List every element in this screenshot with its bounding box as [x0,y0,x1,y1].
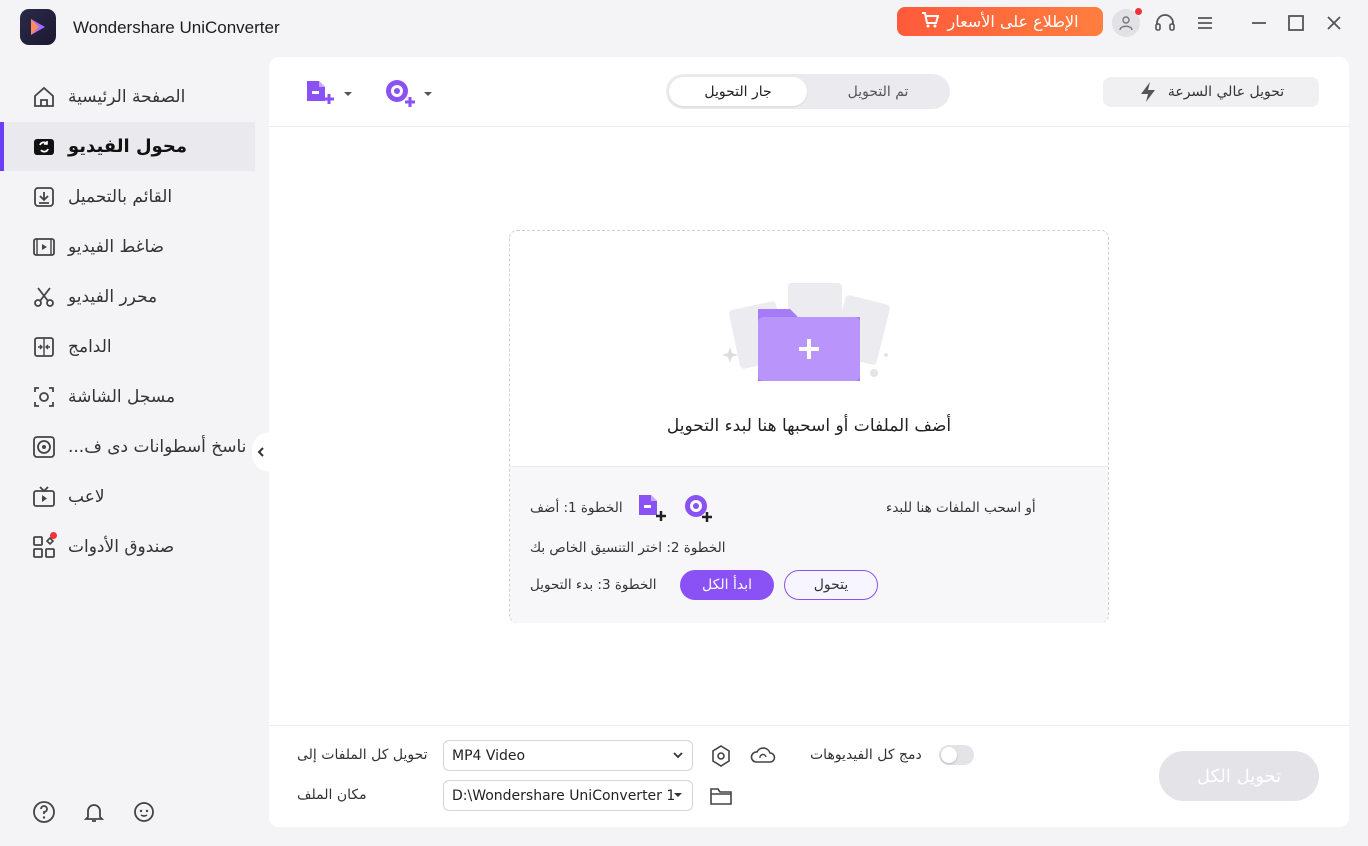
high-speed-label: تحويل عالي السرعة [1167,84,1285,100]
chevron-down-icon [673,752,683,759]
cart-icon [921,11,940,32]
notification-dot [50,532,57,539]
steps-panel: أو اسحب الملفات هنا للبدء الخطوة 1: أضف … [510,466,1108,623]
convert-button[interactable]: يتحول [784,570,878,600]
title-bar: Wondershare UniConverter الإطلاع على الأ… [0,0,1368,50]
app-title: Wondershare UniConverter [73,18,280,37]
chevron-down-icon [344,92,352,96]
sidebar-item-video-converter[interactable]: محول الفيديو [0,122,255,171]
file-location-label: مكان الملف [297,787,367,803]
sidebar-item-home[interactable]: الصفحة الرئيسية [0,72,255,121]
menu-icon[interactable] [1190,8,1220,38]
chevron-down-icon [424,92,432,96]
folder-icon[interactable] [709,785,733,807]
sidebar-item-label: الصفحة الرئيسية [68,86,186,107]
step1-label: الخطوة 1: أضف [530,500,623,516]
toolbar-divider [269,126,1349,127]
merge-videos-toggle[interactable] [939,745,974,765]
sidebar-item-label: مسجل الشاشة [68,386,176,407]
player-icon [33,486,55,507]
step2-label: الخطوة 2: اختر التنسيق الخاص بك [530,540,726,556]
output-format-select[interactable]: MP4 Video [443,740,693,771]
step3-label: الخطوة 3: بدء التحويل [530,577,657,593]
account-button[interactable] [1111,8,1142,38]
sidebar-item-screen-recorder[interactable]: مسجل الشاشة [0,372,255,421]
home-icon [34,86,54,107]
dvd-icon [33,436,55,458]
step1-suffix: أو اسحب الملفات هنا للبدء [886,500,1036,516]
pricing-label: الإطلاع على الأسعار [947,12,1079,31]
download-icon [34,187,54,207]
bottom-divider [269,725,1349,726]
conversion-tabs: جار التحويل تم التحويل [666,74,950,109]
lightning-icon [1140,82,1155,102]
chevron-left-icon [257,447,264,457]
merge-icon [34,337,54,357]
convert-all-to-label: تحويل كل الملفات إلى [297,747,428,763]
add-file-icon [307,81,334,104]
tab-converting[interactable]: جار التحويل [669,77,807,106]
close-icon[interactable] [1319,8,1349,38]
add-folder-illustration [722,283,890,381]
cloud-sync-icon[interactable] [749,744,777,768]
add-files-button[interactable] [303,77,353,111]
output-format-value: MP4 Video [452,747,526,764]
sidebar-item-editor[interactable]: محرر الفيديو [0,272,255,321]
file-location-value: D:\Wondershare UniConverter 1 [452,787,676,804]
merge-videos-label: دمج كل الفيديوهات [810,747,922,763]
notification-dot [1135,8,1142,15]
convert-all-button[interactable]: تحويل الكل [1159,751,1319,801]
video-converter-icon [34,139,54,155]
compress-icon [33,238,55,256]
feedback-icon[interactable] [132,800,156,828]
settings-icon[interactable] [709,744,733,768]
app-logo [20,9,56,45]
drop-zone-text: أضف الملفات أو اسحبها هنا لبدء التحويل [666,416,952,436]
file-drop-zone[interactable]: أضف الملفات أو اسحبها هنا لبدء التحويل أ… [509,230,1109,623]
sidebar-item-label: محرر الفيديو [68,286,158,307]
drop-area[interactable] [510,231,1108,419]
sidebar-item-label: لاعب [68,486,105,507]
sidebar-item-label: ضاغط الفيديو [68,236,165,257]
sidebar-item-downloader[interactable]: القائم بالتحميل [0,172,255,221]
sidebar-item-label: الدامج [68,336,112,357]
sidebar-item-label: القائم بالتحميل [68,186,173,207]
sidebar-item-compressor[interactable]: ضاغط الفيديو [0,222,255,271]
add-file-icon[interactable] [636,492,668,524]
screen-record-icon [34,387,54,407]
help-icon[interactable] [32,800,56,828]
scissors-icon [34,287,54,307]
sidebar-item-merger[interactable]: الدامج [0,322,255,371]
minimize-icon[interactable] [1244,8,1274,38]
sidebar-item-label: ناسخ أسطوانات دى ف... [68,436,247,457]
sidebar-item-player[interactable]: لاعب [0,472,255,521]
pricing-button[interactable]: الإطلاع على الأسعار [897,7,1103,36]
main-panel: جار التحويل تم التحويل تحويل عالي السرعة… [269,57,1349,827]
sidebar-item-label: محول الفيديو [68,136,187,157]
bell-icon[interactable] [82,800,106,828]
tab-finished[interactable]: تم التحويل [809,77,947,106]
headset-icon[interactable] [1150,8,1180,38]
start-all-button[interactable]: ابدأ الكل [680,570,774,600]
file-location-select[interactable]: D:\Wondershare UniConverter 1 [443,780,693,811]
chevron-down-icon [674,793,682,797]
high-speed-conversion-toggle[interactable]: تحويل عالي السرعة [1103,77,1319,107]
add-dvd-icon[interactable] [682,492,714,524]
sidebar-item-toolbox[interactable]: صندوق الأدوات [0,522,255,571]
add-dvd-icon [386,80,415,107]
add-dvd-button[interactable] [383,77,433,111]
sidebar-item-label: صندوق الأدوات [68,536,175,557]
sidebar-item-dvd-burner[interactable]: ناسخ أسطوانات دى ف... [0,422,255,471]
toggle-knob [941,747,957,763]
maximize-icon[interactable] [1281,8,1311,38]
